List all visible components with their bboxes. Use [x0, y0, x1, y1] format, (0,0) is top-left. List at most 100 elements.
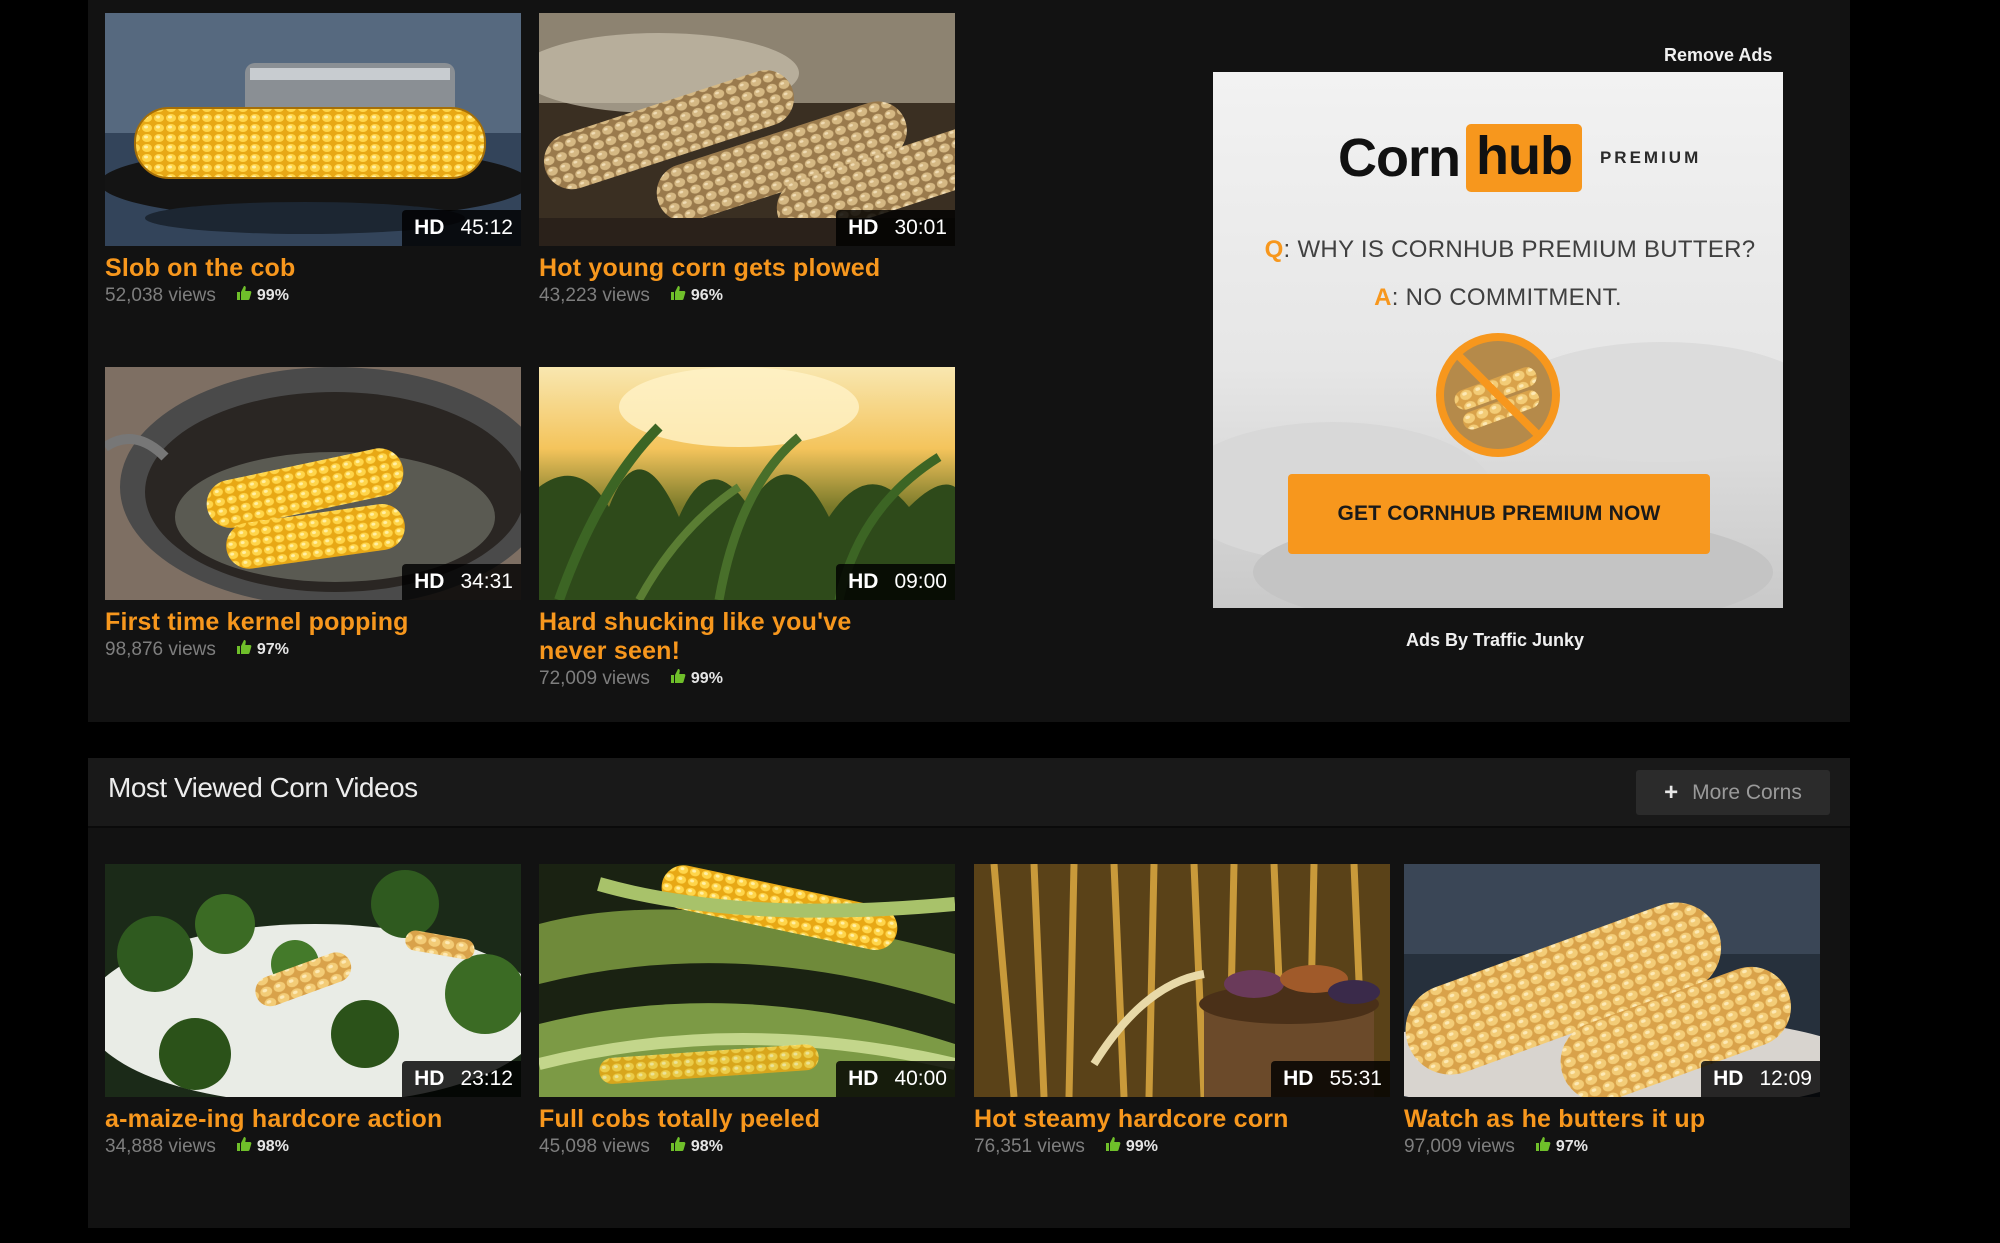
duration-badge: HD 34:31 [402, 564, 521, 600]
view-count: 98,876 views [105, 639, 216, 660]
view-count: 52,038 views [105, 285, 216, 306]
video-thumbnail[interactable]: HD 12:09 [1404, 864, 1820, 1097]
rating: 99% [690, 670, 723, 687]
video-card[interactable]: HD 34:31 First time kernel popping 98,87… [105, 367, 521, 661]
view-count: 76,351 views [974, 1136, 1085, 1157]
rating: 96% [690, 287, 723, 304]
logo-corn-text: Corn [1338, 128, 1461, 188]
hd-label: HD [1713, 1067, 1744, 1090]
rating: 97% [256, 641, 289, 658]
a-text: : NO COMMITMENT. [1391, 284, 1622, 311]
rating: 98% [256, 1138, 289, 1155]
hd-label: HD [848, 216, 879, 239]
duration: 34:31 [460, 570, 513, 593]
video-thumbnail[interactable]: HD 23:12 [105, 864, 521, 1097]
duration-badge: HD 23:12 [402, 1061, 521, 1097]
duration: 12:09 [1759, 1067, 1812, 1090]
video-title[interactable]: a-maize-ing hardcore action [105, 1105, 521, 1134]
view-count: 72,009 views [539, 668, 650, 689]
duration: 09:00 [894, 570, 947, 593]
hd-label: HD [414, 216, 445, 239]
thumbs-up-icon [1535, 1136, 1551, 1158]
thumbs-up-icon [236, 1136, 252, 1158]
video-title[interactable]: Hard shucking like you've never seen! [539, 608, 899, 666]
video-title[interactable]: Hot young corn gets plowed [539, 254, 955, 283]
rating: 97% [1555, 1138, 1588, 1155]
view-count: 43,223 views [539, 285, 650, 306]
duration-badge: HD 30:01 [836, 210, 955, 246]
video-card[interactable]: HD 45:12 Slob on the cob 52,038 views 99… [105, 13, 521, 307]
thumbs-up-icon [670, 285, 686, 307]
video-title[interactable]: Watch as he butters it up [1404, 1105, 1820, 1134]
duration-badge: HD 40:00 [836, 1061, 955, 1097]
cornhub-premium-logo: Corn hub PREMIUM [1338, 124, 1701, 192]
section-title: Most Viewed Corn Videos [108, 772, 418, 803]
thumbs-up-icon [670, 1136, 686, 1158]
logo-premium-text: PREMIUM [1599, 148, 1702, 167]
video-thumbnail[interactable]: HD 30:01 [539, 13, 955, 246]
hd-label: HD [848, 1067, 879, 1090]
q-key: Q [1264, 236, 1284, 263]
remove-ads-link[interactable]: Remove Ads [1664, 45, 1772, 66]
section-header: Most Viewed Corn Videos + More Corns [88, 758, 1850, 828]
video-meta: 43,223 views 96% [539, 285, 955, 307]
no-corn-icon [1436, 333, 1560, 457]
video-meta: 34,888 views 98% [105, 1136, 521, 1158]
duration: 45:12 [460, 216, 513, 239]
ad-answer: A: NO COMMITMENT. [1213, 284, 1783, 312]
duration-badge: HD 12:09 [1701, 1061, 1820, 1097]
video-meta: 52,038 views 99% [105, 285, 521, 307]
rating: 99% [256, 287, 289, 304]
video-card[interactable]: HD 23:12 a-maize-ing hardcore action 34,… [105, 864, 521, 1158]
duration-badge: HD 45:12 [402, 210, 521, 246]
video-card[interactable]: HD 09:00 Hard shucking like you've never… [539, 367, 955, 690]
ad-question: Q: WHY IS CORNHUB PREMIUM BUTTER? [1225, 236, 1783, 264]
logo-hub-text: hub [1465, 124, 1582, 192]
video-card[interactable]: HD 40:00 Full cobs totally peeled 45,098… [539, 864, 955, 1158]
thumbs-up-icon [236, 639, 252, 661]
thumbs-up-icon [236, 285, 252, 307]
duration: 55:31 [1329, 1067, 1382, 1090]
video-meta: 72,009 views 99% [539, 668, 955, 690]
view-count: 34,888 views [105, 1136, 216, 1157]
more-button-label: More Corns [1692, 780, 1802, 804]
video-thumbnail[interactable]: HD 45:12 [105, 13, 521, 246]
ads-by-label: Ads By Traffic Junky [1406, 630, 1585, 650]
get-premium-button[interactable]: GET CORNHUB PREMIUM NOW [1288, 474, 1710, 554]
rating: 98% [690, 1138, 723, 1155]
video-thumbnail[interactable]: HD 34:31 [105, 367, 521, 600]
top-video-panel: HD 45:12 Slob on the cob 52,038 views 99… [88, 0, 1850, 722]
hd-label: HD [1283, 1067, 1314, 1090]
duration-badge: HD 55:31 [1271, 1061, 1390, 1097]
video-card[interactable]: HD 30:01 Hot young corn gets plowed 43,2… [539, 13, 955, 307]
hd-label: HD [414, 570, 445, 593]
video-meta: 45,098 views 98% [539, 1136, 955, 1158]
video-card[interactable]: HD 12:09 Watch as he butters it up 97,00… [1404, 864, 1820, 1158]
video-title[interactable]: First time kernel popping [105, 608, 521, 637]
video-thumbnail[interactable]: HD 09:00 [539, 367, 955, 600]
thumbs-up-icon [1105, 1136, 1121, 1158]
duration: 30:01 [894, 216, 947, 239]
video-title[interactable]: Slob on the cob [105, 254, 521, 283]
q-text: : WHY IS CORNHUB PREMIUM BUTTER? [1283, 236, 1756, 263]
video-card[interactable]: HD 55:31 Hot steamy hardcore corn 76,351… [974, 864, 1390, 1158]
video-meta: 97,009 views 97% [1404, 1136, 1820, 1158]
thumbs-up-icon [670, 668, 686, 690]
duration-badge: HD 09:00 [836, 564, 955, 600]
video-meta: 76,351 views 99% [974, 1136, 1390, 1158]
video-thumbnail[interactable]: HD 40:00 [539, 864, 955, 1097]
more-corns-button[interactable]: + More Corns [1636, 770, 1830, 815]
view-count: 97,009 views [1404, 1136, 1515, 1157]
hd-label: HD [848, 570, 879, 593]
premium-ad-banner[interactable]: Corn hub PREMIUM Q: WHY IS CORNHUB PREMI… [1213, 72, 1783, 608]
video-title[interactable]: Hot steamy hardcore corn [974, 1105, 1390, 1134]
most-viewed-panel: Most Viewed Corn Videos + More Corns HD … [88, 758, 1850, 1228]
plus-icon: + [1664, 778, 1679, 806]
rating: 99% [1125, 1138, 1158, 1155]
duration: 40:00 [894, 1067, 947, 1090]
video-thumbnail[interactable]: HD 55:31 [974, 864, 1390, 1097]
duration: 23:12 [460, 1067, 513, 1090]
hd-label: HD [414, 1067, 445, 1090]
video-meta: 98,876 views 97% [105, 639, 521, 661]
video-title[interactable]: Full cobs totally peeled [539, 1105, 955, 1134]
